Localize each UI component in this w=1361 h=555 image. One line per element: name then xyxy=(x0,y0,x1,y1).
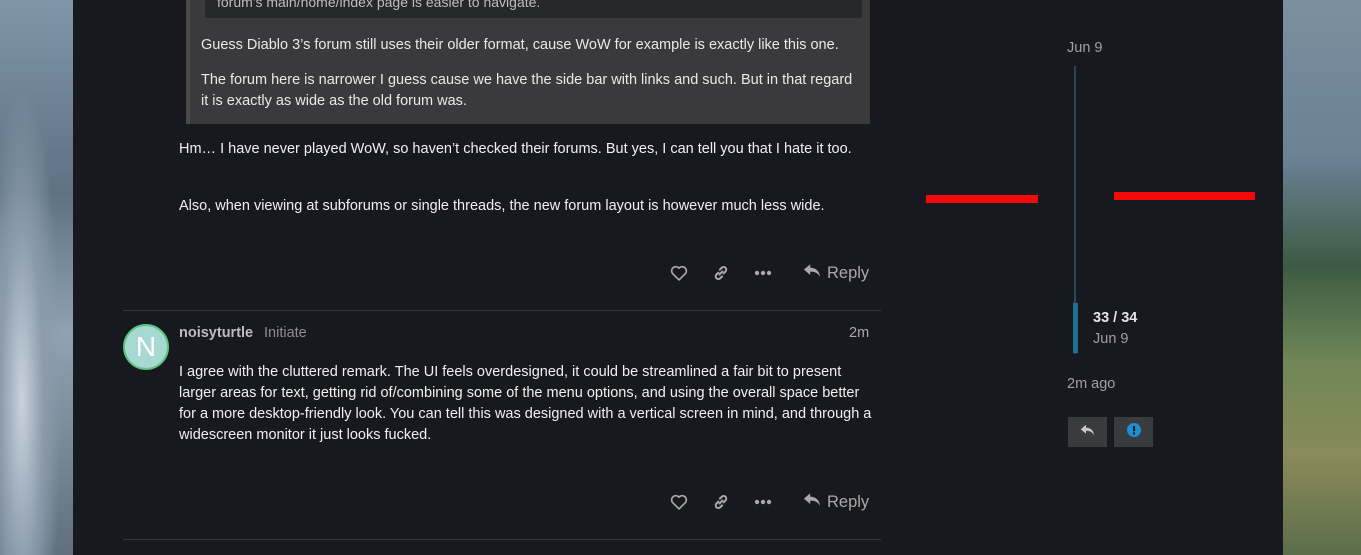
background-art-left xyxy=(0,0,73,555)
background-art-right xyxy=(1283,0,1361,555)
link-icon[interactable] xyxy=(709,261,733,285)
post-body: I agree with the cluttered remark. The U… xyxy=(179,364,872,443)
ellipsis-icon[interactable] xyxy=(751,490,775,514)
topic-page: forum's main/home/index page is easier t… xyxy=(73,0,1283,555)
avatar-letter: N xyxy=(135,331,157,362)
exclamation-circle-icon xyxy=(1126,422,1141,442)
reply-button[interactable]: Reply xyxy=(803,261,869,285)
link-icon[interactable] xyxy=(709,490,733,514)
red-annotation-mark xyxy=(926,195,1038,203)
ellipsis-icon[interactable] xyxy=(751,261,775,285)
avatar[interactable]: N xyxy=(123,324,169,370)
post-date[interactable]: 2m xyxy=(849,325,869,341)
post-divider xyxy=(123,310,881,311)
user-title: Initiate xyxy=(264,325,307,341)
reply-label: Reply xyxy=(827,263,870,282)
nested-quote-text: forum's main/home/index page is easier t… xyxy=(217,0,541,10)
post-paragraph: Also, when viewing at subforums or singl… xyxy=(179,198,825,214)
timeline-handle[interactable] xyxy=(1073,303,1078,353)
post-paragraph: Hm… I have never played WoW, so haven’t … xyxy=(179,141,852,157)
timeline-reply-button[interactable] xyxy=(1068,417,1107,447)
quote-paragraph: Guess Diablo 3’s forum still uses their … xyxy=(201,37,839,53)
heart-icon[interactable] xyxy=(667,261,691,285)
reply-icon xyxy=(1080,423,1095,441)
reply-icon xyxy=(803,492,821,512)
nested-quote: forum's main/home/index page is easier t… xyxy=(205,0,862,18)
quote-block: forum's main/home/index page is easier t… xyxy=(186,0,870,124)
reply-icon xyxy=(803,263,821,283)
notification-button[interactable] xyxy=(1114,417,1153,447)
quote-paragraph: The forum here is narrower I guess cause… xyxy=(201,72,853,109)
post-actions: Reply xyxy=(663,490,883,514)
username-link[interactable]: noisyturtle xyxy=(179,325,253,341)
timeline-start-date[interactable]: Jun 9 xyxy=(1067,40,1102,56)
red-annotation-mark xyxy=(1114,192,1255,200)
post-actions: Reply xyxy=(663,261,883,285)
post-divider xyxy=(123,539,881,540)
reply-label: Reply xyxy=(827,492,870,511)
heart-icon[interactable] xyxy=(667,490,691,514)
timeline-post-count: 33 / 34 xyxy=(1093,310,1138,326)
timeline-handle-date: Jun 9 xyxy=(1093,331,1129,347)
timeline-last-activity[interactable]: 2m ago xyxy=(1067,376,1115,392)
reply-button[interactable]: Reply xyxy=(803,490,869,514)
